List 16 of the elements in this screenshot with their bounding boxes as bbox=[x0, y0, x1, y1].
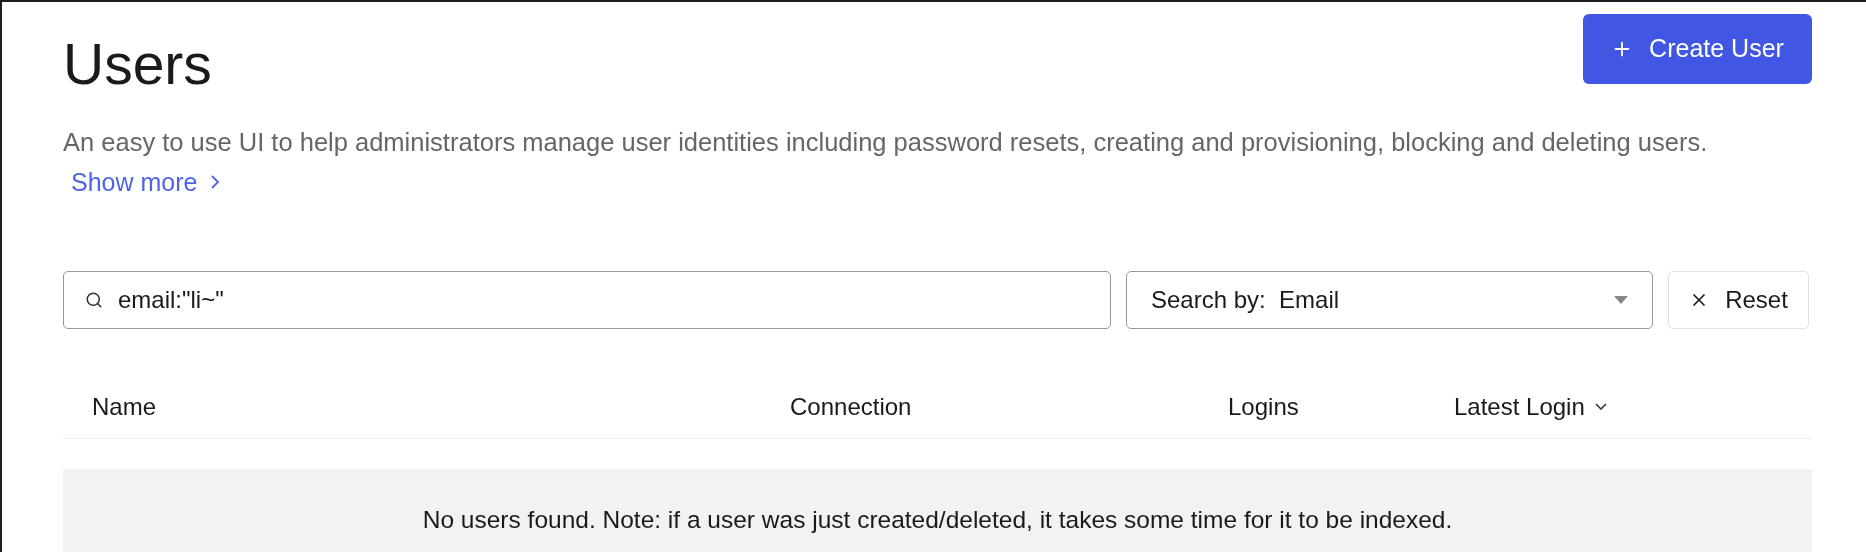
create-user-button[interactable]: Create User bbox=[1583, 14, 1812, 84]
reset-button[interactable]: Reset bbox=[1668, 271, 1809, 329]
column-header[interactable]: Latest Login bbox=[1454, 388, 1607, 425]
description: An easy to use UI to help administrators manage user identities including password resets, creating and provisioning, blocking and deleting users. bbox=[63, 127, 1709, 158]
sort-icon bbox=[1594, 403, 1607, 410]
search-icon bbox=[85, 291, 103, 309]
chevron-right-icon bbox=[211, 175, 220, 189]
search-field[interactable]: email:"li~" bbox=[63, 271, 1111, 329]
show-more-link[interactable]: Show more bbox=[71, 165, 220, 199]
column-header[interactable]: Name bbox=[92, 388, 157, 425]
column-header[interactable]: Logins bbox=[1228, 388, 1299, 425]
caret-icon bbox=[1614, 296, 1628, 304]
search-by-dropdown[interactable]: Search by: Email bbox=[1126, 271, 1653, 329]
page-title: Users bbox=[63, 32, 212, 96]
empty-message: No users found. Note: if a user was just created/deleted, it takes some time for it to be indexed. bbox=[422, 505, 1453, 535]
column-header[interactable]: Connection bbox=[790, 388, 912, 425]
